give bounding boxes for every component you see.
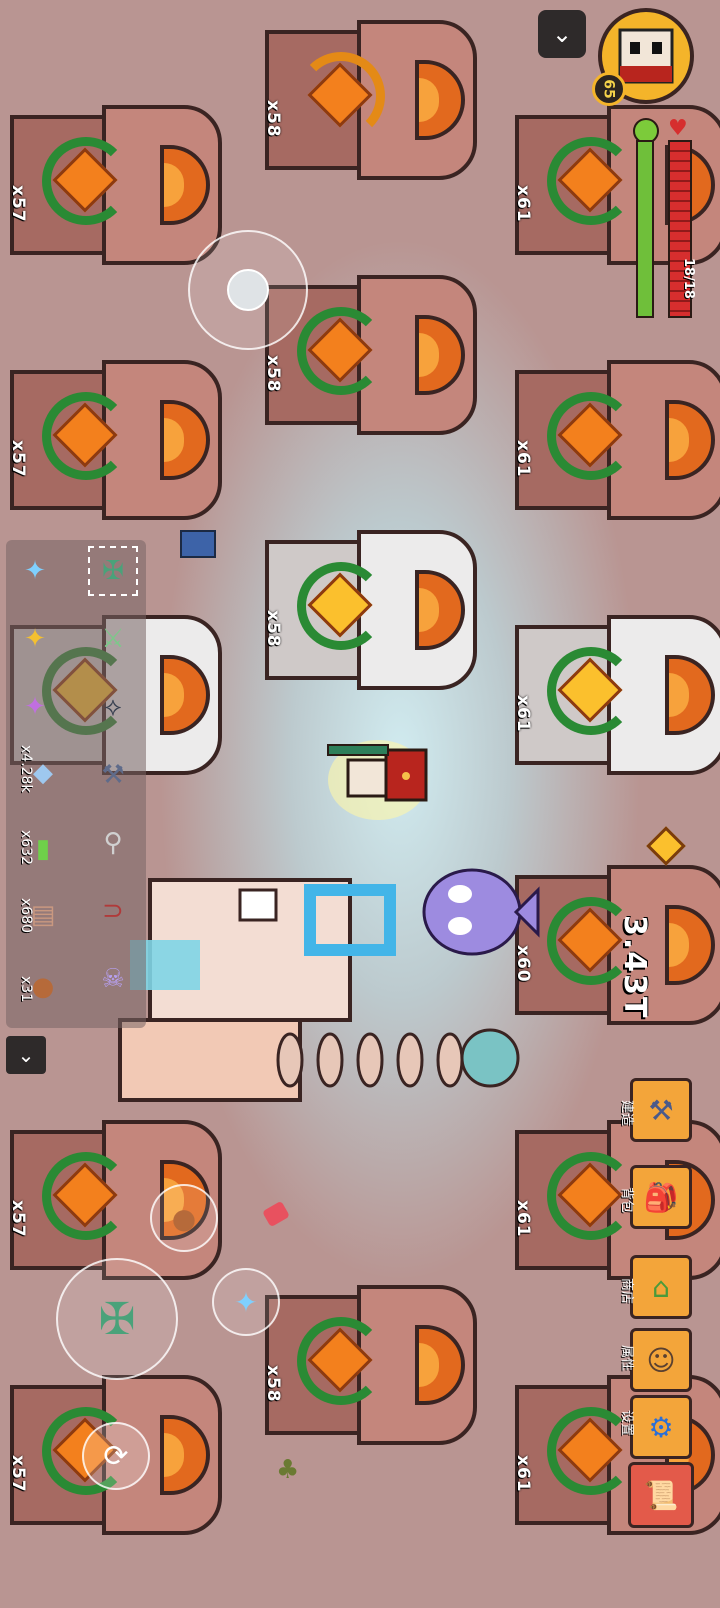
skull-staff-icon[interactable]: ☠ bbox=[94, 960, 132, 998]
machine-count: x61 bbox=[513, 185, 533, 223]
resource-count: x632 bbox=[18, 830, 34, 866]
meat-icon: ● bbox=[171, 1201, 197, 1235]
collapse-inventory-button[interactable]: ⌄ bbox=[6, 1036, 46, 1074]
small-sprite bbox=[180, 530, 216, 558]
heart-icon: ♥ bbox=[668, 116, 688, 141]
energy-bar-fill bbox=[638, 142, 652, 316]
machine-count: x57 bbox=[8, 1200, 28, 1238]
rotate-icon: ⟳ bbox=[103, 1438, 129, 1474]
anvil-icon: ⚒ bbox=[648, 1093, 674, 1127]
dodge-button[interactable]: ⟳ bbox=[82, 1422, 150, 1490]
attribute-button[interactable]: ☺ bbox=[630, 1328, 692, 1392]
machine-count: x58 bbox=[263, 1365, 283, 1403]
resource-count: x680 bbox=[18, 898, 34, 934]
movement-joystick[interactable] bbox=[188, 230, 308, 350]
backpack-label: 背包 bbox=[619, 1187, 634, 1214]
build-label: 建造 bbox=[619, 1100, 634, 1127]
swap-weapon-button[interactable]: ✦ bbox=[212, 1268, 280, 1336]
energy-bar bbox=[636, 140, 654, 318]
resource-count: x31 bbox=[18, 976, 34, 1003]
dagger-icon[interactable]: ⚔ bbox=[94, 620, 132, 658]
gear-icon: ⚙ bbox=[648, 1410, 674, 1444]
bow-icon[interactable]: ⟡ bbox=[94, 688, 132, 726]
settings-label: 设置 bbox=[619, 1410, 634, 1437]
gem-pickup[interactable] bbox=[261, 1200, 291, 1228]
currency-amount: 3.43T bbox=[617, 915, 652, 1020]
shovel-icon[interactable]: ⚲ bbox=[94, 824, 132, 862]
crystal-sword-icon[interactable]: ✦ bbox=[16, 552, 54, 590]
machine-count: x57 bbox=[8, 185, 28, 223]
shop-button[interactable]: ⌂ bbox=[630, 1255, 692, 1319]
machine-count: x61 bbox=[513, 440, 533, 478]
machine-count: x61 bbox=[513, 1455, 533, 1493]
machine-count: x58 bbox=[263, 100, 283, 138]
inventory-panel: ✦ ✠ ✦ ⚔ ✦ ⟡ ⚒ ⚲ ⊃ ☠ ◆ x4.28k ▮ x632 ▤ x6… bbox=[6, 540, 146, 1028]
machine-count: x58 bbox=[263, 355, 283, 393]
level-badge: 65 bbox=[592, 72, 626, 106]
shop-label: 商店 bbox=[619, 1278, 634, 1305]
drill-icon[interactable]: ⚒ bbox=[94, 756, 132, 794]
attribute-icon: ☺ bbox=[646, 1343, 676, 1377]
golden-sword-icon[interactable]: ✦ bbox=[16, 620, 54, 658]
gem-machine[interactable]: x58 bbox=[263, 20, 495, 185]
crossbow-icon: ✠ bbox=[98, 1293, 136, 1345]
grapple-icon[interactable]: ⊃ bbox=[94, 892, 132, 930]
gem-machine[interactable]: x61 bbox=[513, 615, 720, 780]
machine-count: x57 bbox=[8, 1455, 28, 1493]
build-button[interactable]: ⚒ bbox=[630, 1078, 692, 1142]
machine-count: x58 bbox=[263, 610, 283, 648]
gem-machine[interactable]: x57 bbox=[8, 105, 240, 270]
staff-icon[interactable]: ✦ bbox=[16, 688, 54, 726]
attribute-label: 属性 bbox=[619, 1345, 634, 1372]
backpack-icon: 🎒 bbox=[643, 1180, 679, 1214]
eat-item-button[interactable]: ● bbox=[150, 1184, 218, 1252]
quest-scroll-button[interactable]: 📜 bbox=[628, 1462, 694, 1528]
crossbow-icon[interactable]: ✠ bbox=[88, 546, 138, 596]
gem-pickup[interactable] bbox=[646, 826, 686, 866]
gem-machine[interactable]: x57 bbox=[8, 360, 240, 525]
machine-count: x57 bbox=[8, 440, 28, 478]
joystick-knob[interactable] bbox=[227, 269, 269, 311]
crafting-station[interactable] bbox=[100, 870, 520, 1110]
gem-machine[interactable]: x58 bbox=[263, 530, 495, 695]
chevron-down-icon: ⌄ bbox=[17, 1043, 35, 1067]
machine-count: x61 bbox=[513, 1200, 533, 1238]
machine-count: x61 bbox=[513, 695, 533, 733]
attack-button[interactable]: ✠ bbox=[56, 1258, 178, 1380]
player-character bbox=[318, 720, 438, 830]
chevron-down-icon: ⌄ bbox=[551, 20, 573, 48]
backpack-button[interactable]: 🎒 bbox=[630, 1165, 692, 1229]
scroll-icon: 📜 bbox=[643, 1478, 679, 1512]
plant-sprout: ♣ bbox=[276, 1455, 300, 1485]
crystal-sword-icon: ✦ bbox=[234, 1285, 258, 1319]
collapse-hud-button[interactable]: ⌄ bbox=[538, 10, 586, 58]
settings-button[interactable]: ⚙ bbox=[630, 1395, 692, 1459]
resource-count: x4.28k bbox=[18, 745, 34, 793]
gem-machine[interactable]: x58 bbox=[263, 1285, 495, 1450]
gem-machine[interactable]: x61 bbox=[513, 360, 720, 525]
health-text: 18/18 bbox=[681, 258, 696, 299]
shop-icon: ⌂ bbox=[652, 1270, 670, 1304]
